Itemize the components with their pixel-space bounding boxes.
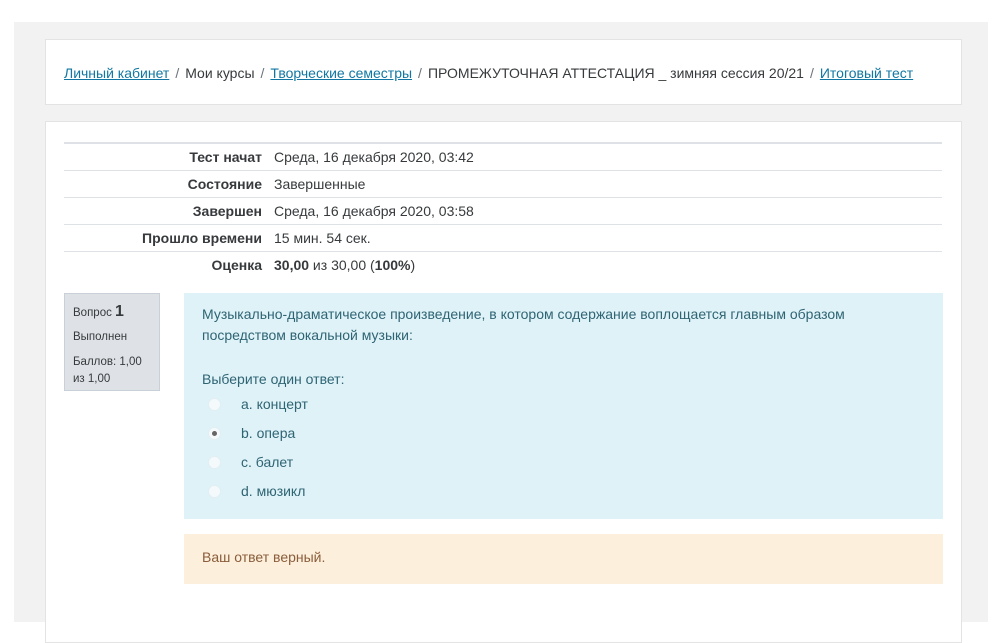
answer-option[interactable]: c. балет	[208, 448, 925, 477]
breadcrumb-category-link[interactable]: Творческие семестры	[270, 65, 412, 81]
breadcrumb-dashboard-link[interactable]: Личный кабинет	[64, 65, 169, 81]
radio-button-selected[interactable]	[208, 427, 221, 440]
breadcrumb: Личный кабинет / Мои курсы / Творческие семе…	[64, 65, 914, 81]
question-info: Вопрос 1 Выполнен Баллов: 1,00 из 1,00	[64, 293, 160, 391]
breadcrumb-card: Личный кабинет / Мои курсы / Творческие семе…	[45, 39, 962, 105]
question-content: Музыкально-драматическое произведение, в…	[184, 293, 943, 519]
breadcrumb-my-courses: Мои курсы	[185, 65, 255, 81]
radio-button[interactable]	[208, 398, 221, 411]
feedback-box: Ваш ответ верный.	[184, 534, 943, 584]
main-content: Тест начат Среда, 16 декабря 2020, 03:42 …	[45, 121, 962, 643]
answer-option[interactable]: b. опера	[208, 419, 925, 448]
question-status: Выполнен	[73, 331, 128, 343]
question-number: 1	[115, 303, 124, 320]
radio-button[interactable]	[208, 456, 221, 469]
answer-option[interactable]: d. мюзикл	[208, 477, 925, 506]
page-background: Личный кабинет / Мои курсы / Творческие семе…	[14, 22, 988, 643]
attempt-summary-table: Тест начат Среда, 16 декабря 2020, 03:42 …	[64, 142, 942, 278]
table-row: Оценка 30,00 из 30,00 (100%)	[64, 251, 942, 278]
table-row: Завершен Среда, 16 декабря 2020, 03:58	[64, 197, 942, 225]
answer-prompt: Выберите один ответ:	[202, 371, 345, 387]
question-marks: Баллов: 1,00 из 1,00	[73, 356, 142, 385]
answer-option[interactable]: a. концерт	[208, 390, 925, 419]
table-row: Тест начат Среда, 16 декабря 2020, 03:42	[64, 142, 942, 171]
question-text: Музыкально-драматическое произведение, в…	[202, 306, 845, 343]
breadcrumb-course: ПРОМЕЖУТОЧНАЯ АТТЕСТАЦИЯ _ зимняя сессия…	[427, 65, 804, 81]
question-label: Вопрос	[73, 307, 112, 319]
table-row: Прошло времени 15 мин. 54 сек.	[64, 224, 942, 252]
radio-button[interactable]	[208, 485, 221, 498]
grade-value: 30,00 из 30,00 (100%)	[268, 251, 942, 278]
breadcrumb-quiz-link[interactable]: Итоговый тест	[820, 65, 913, 81]
table-row: Состояние Завершенные	[64, 170, 942, 198]
